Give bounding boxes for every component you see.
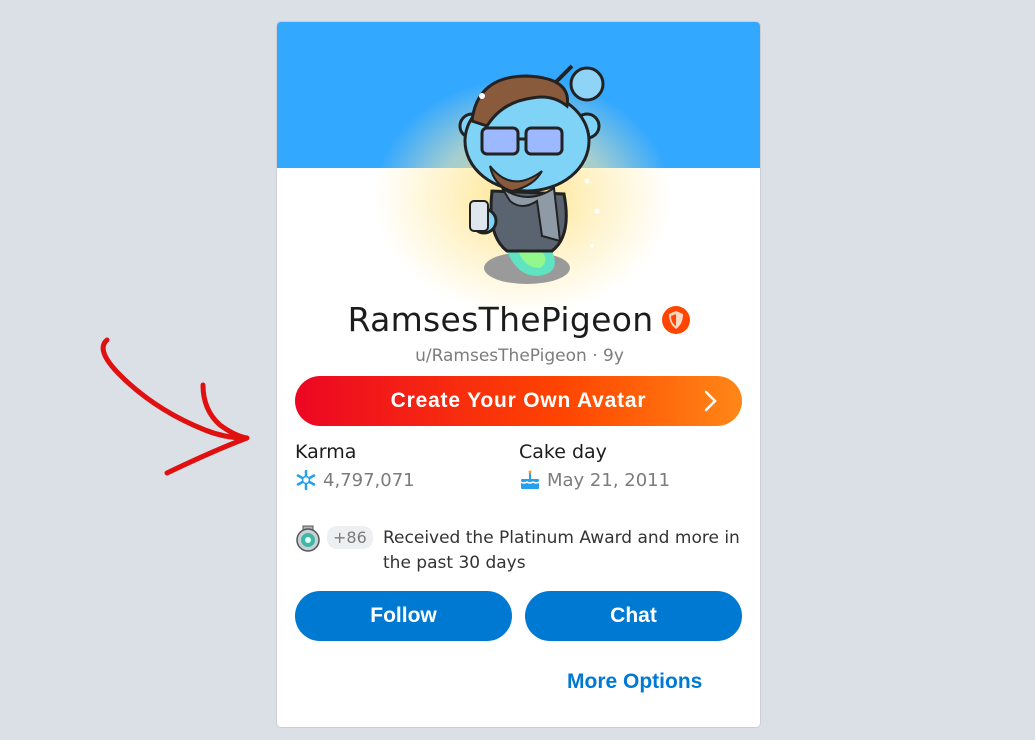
cakeday-value: May 21, 2011 [547, 469, 671, 491]
chat-label: Chat [610, 604, 657, 627]
chat-button[interactable]: Chat [525, 591, 742, 641]
more-options-link[interactable]: More Options [567, 670, 702, 694]
profile-card: RamsesThePigeon u/RamsesThePigeon · 9y C… [276, 21, 761, 728]
karma-stat: Karma 4,797,071 [295, 441, 415, 491]
karma-value: 4,797,071 [323, 469, 415, 491]
create-avatar-button[interactable]: Create Your Own Avatar [295, 376, 742, 426]
follow-label: Follow [370, 604, 437, 627]
profile-username: RamsesThePigeon [277, 300, 760, 339]
karma-label: Karma [295, 441, 357, 463]
platinum-award-icon [296, 525, 320, 552]
karma-snowflake-icon [296, 469, 316, 491]
username-text: RamsesThePigeon [347, 300, 654, 339]
cakeday-label: Cake day [519, 441, 607, 463]
user-handle: u/RamsesThePigeon · 9y [415, 346, 624, 366]
create-avatar-label: Create Your Own Avatar [390, 389, 647, 412]
award-description: Received the Platinum Award and more in … [383, 528, 740, 573]
cakeday-stat: Cake day May 21, 2011 [519, 441, 670, 491]
moderator-shield-icon [662, 305, 691, 334]
award-count-badge: +86 [327, 526, 373, 549]
snoo-avatar-image [458, 64, 605, 284]
chevron-right-icon [704, 390, 717, 412]
cake-icon [520, 470, 540, 489]
annotation-arrow [100, 337, 250, 476]
follow-button[interactable]: Follow [295, 591, 512, 641]
